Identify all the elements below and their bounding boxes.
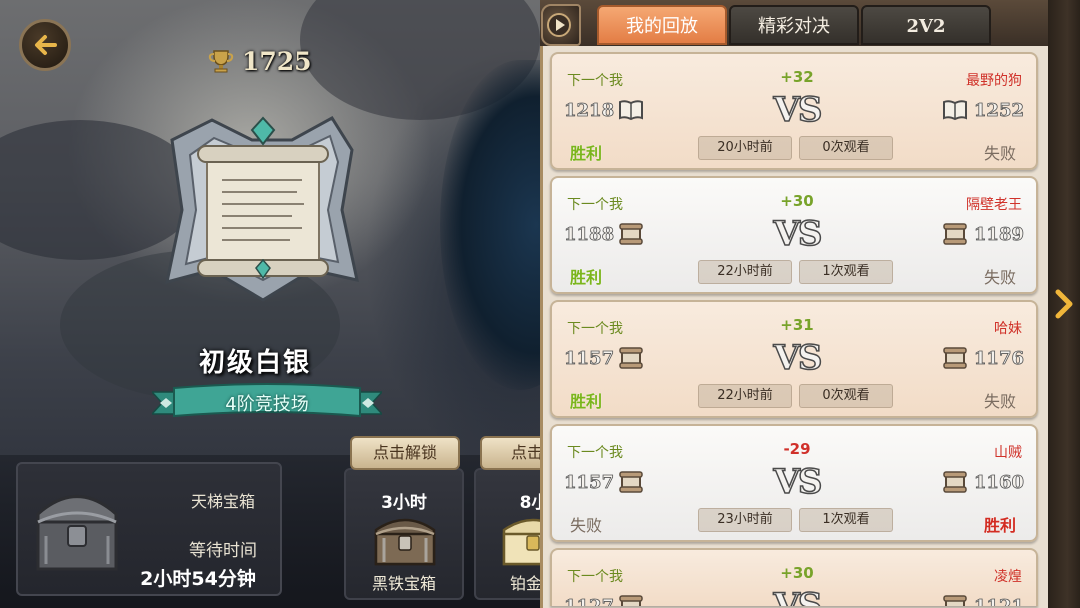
versus-label: VS [773, 585, 823, 606]
player-score: 1188 [564, 224, 615, 246]
opponent-name: 凌煌 [994, 569, 1022, 585]
scroll-badge-icon [619, 595, 643, 606]
arena-label: 4阶竞技场 [225, 394, 309, 415]
player-score: 1157 [564, 348, 615, 370]
trophy-delta: -29 [783, 440, 811, 458]
replay-card[interactable]: 下一个我 +32 最野的狗 1218 VS 1252 胜利 20小时前 0次观看… [550, 52, 1038, 170]
opponent-result: 失败 [983, 392, 1016, 411]
opponent-name: 隔壁老王 [966, 197, 1022, 213]
trophy-delta: +31 [780, 316, 814, 334]
opponent-result: 失败 [983, 268, 1016, 287]
player-result: 胜利 [570, 144, 603, 163]
replay-card[interactable]: 下一个我 -29 山贼 1157 VS 1160 失败 23小时前 1次观看 胜… [550, 424, 1038, 542]
ladder-chest-icon [36, 495, 118, 571]
player-name: 下一个我 [567, 569, 623, 585]
versus-label: VS [773, 213, 823, 255]
versus-label: VS [773, 461, 823, 503]
wait-time-label: 等待时间 [189, 541, 257, 561]
player-score: 1218 [564, 100, 615, 122]
silver-scroll-emblem-icon [165, 116, 359, 302]
player-score: 1127 [564, 596, 615, 606]
scroll-badge-icon [943, 223, 967, 245]
scroll-badge-icon [943, 471, 967, 493]
opponent-score: 1189 [973, 224, 1024, 246]
tab-my-replays[interactable]: 我的回放 [597, 5, 727, 45]
opponent-name: 山贼 [994, 445, 1022, 461]
chest-slot-1-name: 黑铁宝箱 [371, 574, 436, 593]
book-badge-icon [943, 100, 967, 121]
opponent-score: 1121 [973, 596, 1024, 606]
player-result: 胜利 [570, 392, 603, 411]
replay-views: 1次观看 [799, 508, 893, 532]
replay-time: 22小时前 [698, 260, 792, 284]
versus-label: VS [773, 337, 823, 379]
scroll-badge-icon [619, 347, 643, 369]
chevron-right-icon[interactable] [1052, 288, 1076, 320]
opponent-name: 最野的狗 [966, 73, 1022, 89]
scroll-badge-icon [619, 223, 643, 245]
scroll-badge-icon [943, 595, 967, 606]
opponent-score: 1160 [973, 472, 1024, 494]
replay-card[interactable]: 下一个我 +30 隔壁老王 1188 VS 1189 胜利 22小时前 1次观看… [550, 176, 1038, 294]
replay-card[interactable]: 下一个我 +31 哈妹 1157 VS 1176 胜利 22小时前 0次观看 失… [550, 300, 1038, 418]
rank-name: 初级白银 [198, 348, 311, 378]
player-name: 下一个我 [567, 321, 623, 337]
replay-time: 20小时前 [698, 136, 792, 160]
iron-chest-icon [374, 518, 436, 566]
trophy-delta: +30 [780, 192, 814, 210]
player-result: 胜利 [570, 268, 603, 287]
replay-card[interactable]: 下一个我 +30 凌煌 1127 VS 1121 [550, 548, 1038, 606]
replay-views: 1次观看 [799, 260, 893, 284]
trophy-delta: +30 [780, 564, 814, 582]
replay-time: 22小时前 [698, 384, 792, 408]
player-score: 1157 [564, 472, 615, 494]
opponent-score: 1176 [973, 348, 1024, 370]
arrow-left-icon [35, 35, 57, 55]
arena-banner: 4阶竞技场 [152, 382, 382, 422]
replay-views: 0次观看 [799, 384, 893, 408]
opponent-result: 失败 [983, 144, 1016, 163]
trophy-icon [208, 50, 234, 73]
trophy-delta: +32 [780, 68, 814, 86]
replay-time: 23小时前 [698, 508, 792, 532]
wait-time-value: 2小时54分钟 [140, 568, 256, 590]
player-name: 下一个我 [567, 73, 623, 89]
book-badge-icon [619, 100, 643, 121]
player-name: 下一个我 [567, 445, 623, 461]
opponent-name: 哈妹 [994, 321, 1022, 337]
tab-highlights[interactable]: 精彩对决 [729, 5, 859, 45]
trophy-count: 1725 [242, 46, 312, 76]
ladder-chest-title: 天梯宝箱 [190, 492, 255, 511]
opponent-result: 胜利 [983, 516, 1016, 535]
play-replay-icon [547, 13, 571, 37]
back-button[interactable] [19, 19, 71, 71]
panel-toggle-button[interactable] [541, 4, 581, 46]
scroll-badge-icon [619, 471, 643, 493]
replay-views: 0次观看 [799, 136, 893, 160]
unlock-button-1[interactable]: 点击解锁 [350, 436, 460, 470]
trophy-counter: 1725 [206, 46, 312, 76]
player-name: 下一个我 [567, 197, 623, 213]
opponent-score: 1252 [973, 100, 1024, 122]
tab-2v2[interactable]: 2V2 [861, 5, 991, 45]
scroll-badge-icon [943, 347, 967, 369]
versus-label: VS [773, 89, 823, 131]
player-result: 失败 [570, 516, 603, 535]
